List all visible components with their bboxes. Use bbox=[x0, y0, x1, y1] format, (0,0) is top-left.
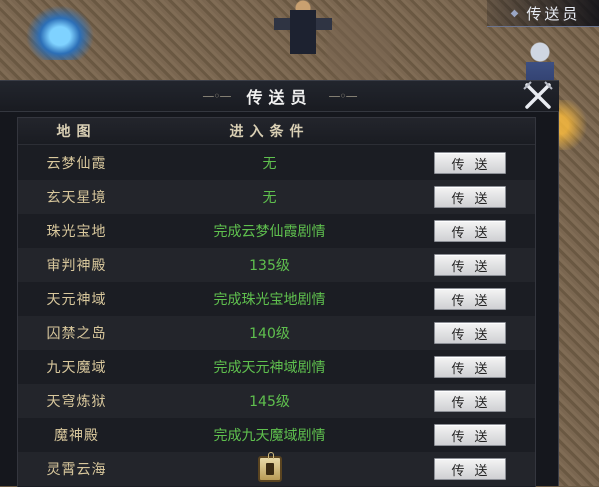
map-name: 玄天星境 bbox=[46, 190, 107, 206]
header-map: 地图 bbox=[56, 124, 97, 140]
entry-condition: 无 bbox=[262, 156, 277, 172]
teleport-button[interactable]: 传送 bbox=[433, 254, 506, 276]
teleport-button[interactable]: 传送 bbox=[433, 458, 506, 480]
teleport-button[interactable]: 传送 bbox=[433, 288, 506, 310]
table-row: 天穹炼狱 145级 传送 bbox=[18, 384, 535, 418]
map-name: 云梦仙霞 bbox=[46, 156, 107, 172]
blue-creature-sprite bbox=[20, 0, 100, 60]
entry-condition: 完成九天魔域剧情 bbox=[213, 428, 326, 444]
crossed-swords-close-icon bbox=[523, 81, 553, 109]
table-row: 囚禁之岛 140级 传送 bbox=[18, 316, 535, 350]
scroll-item-icon[interactable] bbox=[257, 452, 282, 482]
dialog-titlebar: —◦— 传送员 —◦— bbox=[0, 81, 559, 112]
teleport-button[interactable]: 传送 bbox=[433, 220, 506, 242]
header-condition: 进入条件 bbox=[229, 124, 310, 140]
table-row: 珠光宝地 完成云梦仙霞剧情 传送 bbox=[18, 214, 535, 248]
entry-condition bbox=[135, 452, 404, 482]
map-name: 魔神殿 bbox=[54, 428, 99, 444]
warrior-player-sprite bbox=[268, 0, 338, 58]
table-row: 审判神殿 135级 传送 bbox=[18, 248, 535, 282]
table-row: 云梦仙霞 无 传送 bbox=[18, 146, 535, 180]
map-name: 囚禁之岛 bbox=[46, 326, 107, 342]
table-row: 魔神殿 完成九天魔域剧情 传送 bbox=[18, 418, 535, 452]
map-name: 九天魔域 bbox=[46, 360, 107, 376]
teleport-button[interactable]: 传送 bbox=[433, 390, 506, 412]
entry-condition: 无 bbox=[262, 190, 277, 206]
map-name: 审判神殿 bbox=[46, 258, 107, 274]
entry-condition: 完成云梦仙霞剧情 bbox=[213, 224, 326, 240]
map-name: 天穹炼狱 bbox=[46, 394, 107, 410]
teleport-button[interactable]: 传送 bbox=[433, 152, 506, 174]
right-ornament-icon: —◦— bbox=[328, 89, 358, 103]
teleport-button[interactable]: 传送 bbox=[433, 356, 506, 378]
close-button[interactable] bbox=[518, 77, 558, 115]
entry-condition: 135级 bbox=[249, 258, 290, 274]
map-name: 灵霄云海 bbox=[46, 462, 107, 478]
left-ornament-icon: —◦— bbox=[202, 89, 231, 103]
ornament-icon: ◆ bbox=[510, 7, 522, 19]
map-name: 珠光宝地 bbox=[46, 224, 107, 240]
table-row: 灵霄云海 传送 bbox=[18, 452, 535, 486]
teleport-table: 地图 进入条件 云梦仙霞 无 传送 玄天星境 无 传送 珠光宝地 完成云梦仙霞剧… bbox=[17, 117, 536, 487]
npc-name-label: ◆ 传送员 bbox=[487, 0, 599, 27]
entry-condition: 完成天元神域剧情 bbox=[213, 360, 326, 376]
table-row: 玄天星境 无 传送 bbox=[18, 180, 535, 214]
teleport-button[interactable]: 传送 bbox=[433, 186, 506, 208]
teleport-button[interactable]: 传送 bbox=[433, 322, 506, 344]
entry-condition: 140级 bbox=[249, 326, 290, 342]
npc-name-text: 传送员 bbox=[526, 4, 581, 23]
teleport-dialog: —◦— 传送员 —◦— 地图 进入条件 云梦仙霞 无 传送 玄天星境 无 传送 … bbox=[0, 77, 559, 487]
map-name: 天元神域 bbox=[46, 292, 107, 308]
torch-glow bbox=[559, 100, 599, 150]
entry-condition: 145级 bbox=[249, 394, 290, 410]
teleport-button[interactable]: 传送 bbox=[433, 424, 506, 446]
table-row: 天元神域 完成珠光宝地剧情 传送 bbox=[18, 282, 535, 316]
table-row: 九天魔域 完成天元神域剧情 传送 bbox=[18, 350, 535, 384]
entry-condition: 完成珠光宝地剧情 bbox=[213, 292, 326, 308]
table-header: 地图 进入条件 bbox=[18, 118, 535, 145]
dialog-title: 传送员 bbox=[246, 88, 313, 107]
